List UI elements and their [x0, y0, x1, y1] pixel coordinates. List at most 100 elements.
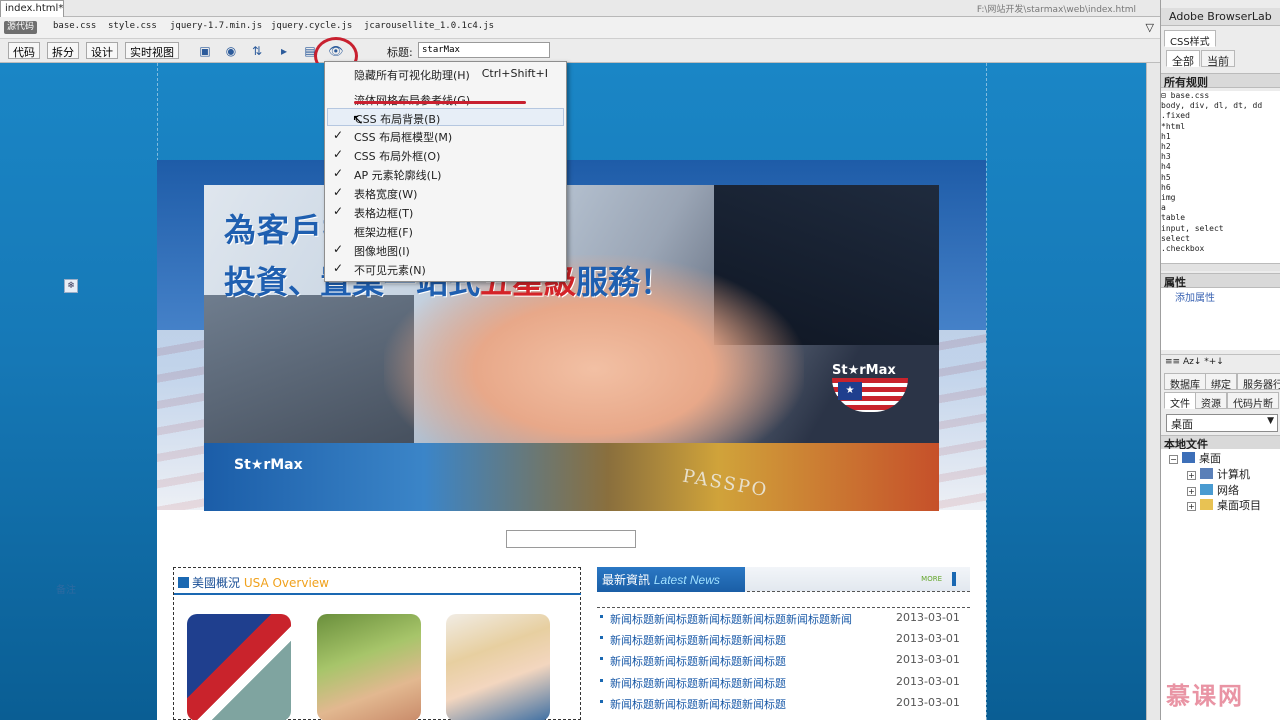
design-view-button[interactable]: 设计	[86, 42, 118, 59]
related-file-jcarousellite[interactable]: jcarousellite_1.0.1c4.js	[364, 21, 494, 31]
css-rule[interactable]: input, select	[1161, 224, 1280, 234]
more-link[interactable]: MORE	[921, 575, 942, 583]
tree-row-desktop[interactable]: − 桌面	[1169, 450, 1221, 466]
news-row[interactable]: 新闻标题新闻标题新闻标题新闻标题 2013-03-01	[597, 650, 970, 672]
menu-item-table-widths[interactable]: ✓ 表格宽度(W)	[327, 184, 564, 202]
css-styles-tab[interactable]: CSS样式	[1164, 30, 1216, 48]
current-tab[interactable]: 当前	[1201, 50, 1235, 68]
css-rule[interactable]: h3	[1161, 152, 1280, 162]
banner-photo: 為客戶提供 投資、置業一站式五星級服務！ St★rMax ★	[204, 185, 939, 445]
add-property-link[interactable]: 添加属性	[1161, 289, 1280, 304]
css-rule[interactable]: a	[1161, 203, 1280, 213]
news-title[interactable]: 新闻标题新闻标题新闻标题新闻标题	[610, 696, 786, 712]
css-rule[interactable]: h6	[1161, 183, 1280, 193]
statue-of-liberty-thumbnail[interactable]	[187, 614, 291, 720]
menu-item-label: CSS 布局背景(B)	[355, 113, 441, 126]
menu-item-table-borders[interactable]: ✓ 表格边框(T)	[327, 203, 564, 221]
news-title[interactable]: 新闻标题新闻标题新闻标题新闻标题	[610, 632, 786, 648]
files-tab[interactable]: 文件	[1164, 392, 1196, 410]
news-row[interactable]: 新闻标题新闻标题新闻标题新闻标题 2013-03-01	[597, 629, 970, 651]
expand-icon[interactable]: +	[1187, 502, 1196, 511]
news-row[interactable]: 新闻标题新闻标题新闻标题新闻标题 2013-03-01	[597, 672, 970, 694]
slider-pager-box[interactable]	[506, 530, 636, 548]
related-file-jquery-cycle[interactable]: jquery.cycle.js	[271, 21, 352, 31]
tree-row-computer[interactable]: + 计算机	[1187, 466, 1250, 482]
news-title[interactable]: 新闻标题新闻标题新闻标题新闻标题新闻标题新闻	[610, 611, 852, 627]
rules-horizontal-scrollbar[interactable]	[1161, 263, 1280, 271]
check-browser-icon[interactable]: ▸	[276, 43, 292, 59]
design-canvas[interactable]: ❄ 备注 為客戶提供 投資、置業一站式五星級服務！ St★rMax ★ St★r…	[0, 63, 1160, 720]
menu-item-label: 隐藏所有可视化助理(H)	[354, 69, 470, 82]
css-rule[interactable]: h2	[1161, 142, 1280, 152]
browser-preview-icon[interactable]: ◉	[223, 43, 239, 59]
hero-banner[interactable]: 為客戶提供 投資、置業一站式五星級服務！ St★rMax ★ St★rMax P…	[204, 185, 939, 511]
databases-tab[interactable]: 数据库	[1164, 373, 1206, 391]
menu-item-css-layout-box-model[interactable]: ✓ CSS 布局框模型(M)	[327, 127, 564, 145]
menu-item-label: CSS 布局外框(O)	[354, 150, 441, 163]
file-management-icon[interactable]: ⇅	[249, 43, 265, 59]
title-input[interactable]	[418, 42, 550, 58]
canvas-vertical-scrollbar[interactable]	[1146, 63, 1160, 720]
css-rule[interactable]: table	[1161, 213, 1280, 223]
related-file-base-css[interactable]: base.css	[53, 21, 96, 31]
bullet-icon	[600, 700, 603, 703]
css-rule[interactable]: img	[1161, 193, 1280, 203]
css-rule[interactable]: body, div, dl, dt, dd	[1161, 101, 1280, 111]
related-file-jquery[interactable]: jquery-1.7.min.js	[170, 21, 262, 31]
menu-item-label: 不可见元素(N)	[354, 264, 426, 277]
site-drive-select[interactable]: 桌面 ▼	[1166, 414, 1278, 432]
browserlab-panel-title[interactable]: Adobe BrowserLab	[1161, 8, 1280, 26]
css-rule[interactable]: h5	[1161, 173, 1280, 183]
news-date: 2013-03-01	[896, 631, 960, 645]
document-toolbar: 代码 拆分 设计 实时视图 ▣ ◉ ⇅ ▸ ▤ 👁 标题:	[0, 39, 1160, 63]
css-rule[interactable]: select	[1161, 234, 1280, 244]
css-rule[interactable]: .fixed	[1161, 111, 1280, 121]
expand-icon[interactable]: +	[1187, 471, 1196, 480]
ap-element-marker-icon[interactable]: ❄	[64, 279, 78, 293]
collapse-icon[interactable]: −	[1169, 455, 1178, 464]
assets-tab[interactable]: 资源	[1195, 392, 1227, 410]
menu-item-image-maps[interactable]: ✓ 图像地图(I)	[327, 241, 564, 259]
live-view-button[interactable]: 实时视图	[125, 42, 179, 59]
code-view-button[interactable]: 代码	[8, 42, 40, 59]
all-rules-tab[interactable]: 全部	[1166, 50, 1200, 68]
computer-icon	[1200, 468, 1213, 479]
menu-item-fluid-grid-guides[interactable]: 流体网格布局参考线(G)	[327, 90, 564, 108]
tree-row-desktop-items[interactable]: + 桌面项目	[1187, 497, 1261, 513]
css-rules-list[interactable]: ⊟ base.css body, div, dl, dt, dd .fixed …	[1161, 91, 1280, 263]
menu-item-invisible-elements[interactable]: ✓ 不可见元素(N)	[327, 260, 564, 278]
menu-item-ap-element-outlines[interactable]: ✓ AP 元素轮廓线(L)	[327, 165, 564, 183]
news-row[interactable]: 新闻标题新闻标题新闻标题新闻标题 2013-03-01	[597, 693, 970, 715]
news-row[interactable]: 新闻标题新闻标题新闻标题新闻标题新闻标题新闻 2013-03-01	[597, 607, 970, 629]
bindings-tab[interactable]: 绑定	[1205, 373, 1237, 391]
right-panel-group: Adobe BrowserLab CSS样式 全部 当前 所有规则 ⊟ base…	[1160, 0, 1280, 720]
multiscreen-icon[interactable]: ▣	[197, 43, 213, 59]
split-view-button[interactable]: 拆分	[47, 42, 79, 59]
latest-news-title-cn: 最新資訊	[602, 573, 651, 587]
server-behaviors-tab[interactable]: 服务器行为	[1237, 373, 1280, 391]
family-thumbnail[interactable]	[317, 614, 421, 720]
menu-item-hide-all-visual-aids[interactable]: 隐藏所有可视化助理(H) Ctrl+Shift+I	[327, 65, 564, 83]
news-list: 新闻标题新闻标题新闻标题新闻标题新闻标题新闻 2013-03-01 新闻标题新闻标…	[597, 607, 970, 715]
news-title[interactable]: 新闻标题新闻标题新闻标题新闻标题	[610, 675, 786, 691]
tree-row-network[interactable]: + 网络	[1187, 482, 1239, 498]
menu-item-css-layout-outlines[interactable]: ✓ CSS 布局外框(O)	[327, 146, 564, 164]
related-file-style-css[interactable]: style.css	[108, 21, 157, 31]
css-rule[interactable]: h4	[1161, 162, 1280, 172]
news-date: 2013-03-01	[896, 611, 960, 624]
menu-item-frame-borders[interactable]: 框架边框(F)	[327, 222, 564, 240]
news-title[interactable]: 新闻标题新闻标题新闻标题新闻标题	[610, 653, 786, 669]
nurse-thumbnail[interactable]	[446, 614, 550, 720]
snippets-tab[interactable]: 代码片断	[1227, 392, 1279, 410]
css-rule[interactable]: .checkbox	[1161, 244, 1280, 254]
bullet-icon	[600, 615, 603, 618]
properties-view-toggles[interactable]: ≡≡ Az↓ *+↓	[1161, 354, 1280, 371]
css-rule[interactable]: ⊟ base.css	[1161, 91, 1280, 101]
filter-icon[interactable]: ▽	[1146, 21, 1154, 34]
css-rule[interactable]: h1	[1161, 132, 1280, 142]
latest-news-section: 最新資訊 Latest News MORE 新闻标题新闻标题新闻标题新闻标题新闻…	[597, 567, 970, 720]
source-code-button[interactable]: 源代码	[4, 21, 38, 34]
expand-icon[interactable]: +	[1187, 487, 1196, 496]
document-tab-index[interactable]: index.html*	[0, 0, 64, 17]
css-rule[interactable]: *html	[1161, 122, 1280, 132]
